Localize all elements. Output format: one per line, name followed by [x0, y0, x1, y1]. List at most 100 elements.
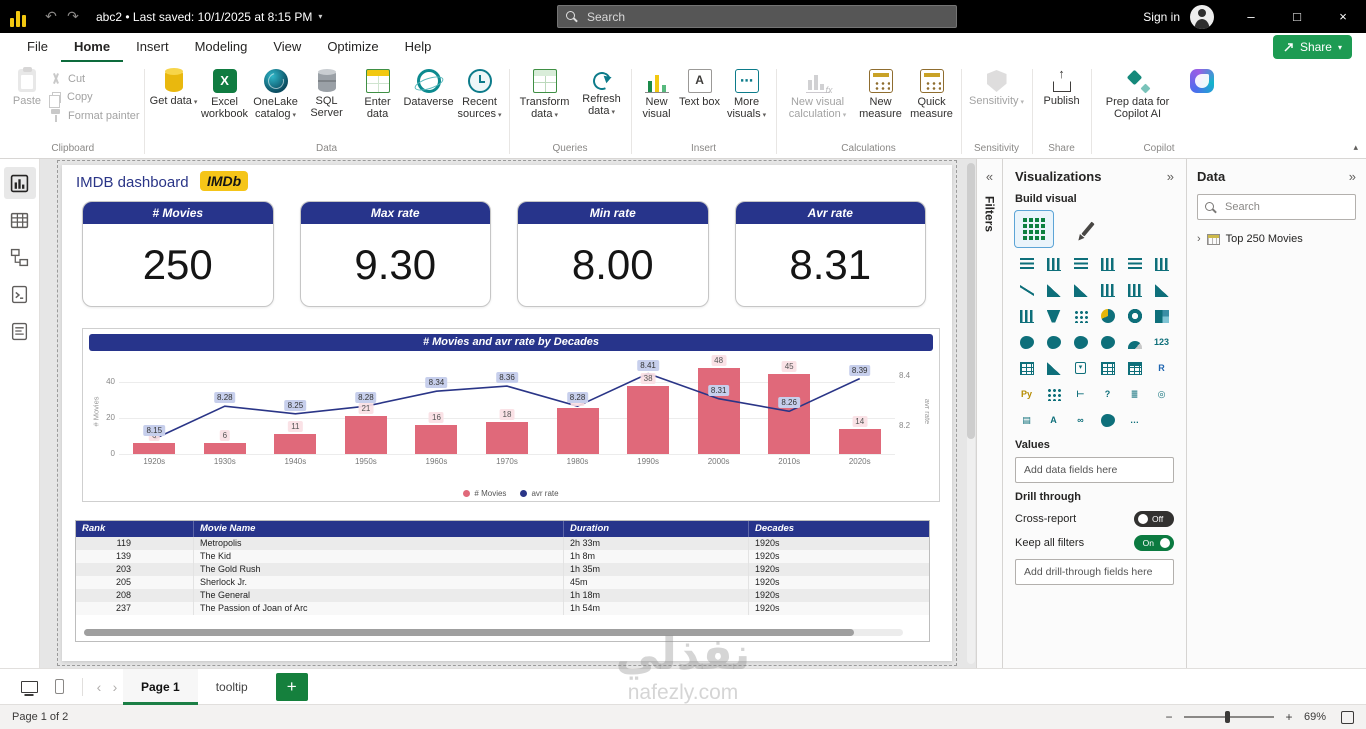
card-icon[interactable]: 123	[1150, 331, 1173, 353]
slicer-icon[interactable]: ▾	[1069, 357, 1092, 379]
ribbon-chart-icon[interactable]	[1150, 279, 1173, 301]
new-measure-button[interactable]: New measure	[856, 65, 906, 121]
get-data-button[interactable]: Get data▾	[149, 65, 199, 107]
waterfall-chart-icon[interactable]	[1015, 305, 1038, 327]
key-influencers-icon[interactable]	[1042, 383, 1065, 405]
table-row[interactable]: 205Sherlock Jr.45m1920s	[76, 576, 929, 589]
power-automate-icon[interactable]: ∞	[1069, 409, 1092, 431]
clustered-bar-chart-icon[interactable]	[1069, 253, 1092, 275]
matrix-icon[interactable]	[1123, 357, 1146, 379]
dax-query-view-button[interactable]	[4, 278, 36, 310]
tab-optimize[interactable]: Optimize	[314, 35, 391, 62]
copy-button[interactable]: Copy	[49, 91, 93, 103]
more-visual-options-icon[interactable]: …	[1123, 409, 1146, 431]
sensitivity-button[interactable]: Sensitivity▾	[966, 65, 1028, 107]
keep-all-filters-toggle[interactable]: On	[1134, 535, 1174, 551]
format-painter-button[interactable]: Format painter	[49, 109, 140, 122]
movie-table-visual[interactable]: Rank Movie Name Duration Decades 119Metr…	[75, 520, 930, 642]
zoom-slider-handle[interactable]	[1225, 711, 1230, 723]
stacked-bar-chart-icon[interactable]	[1015, 253, 1038, 275]
card-avr-rate[interactable]: Avr rate 8.31	[735, 201, 927, 307]
fit-to-page-icon[interactable]	[1341, 711, 1354, 724]
donut-chart-icon[interactable]	[1123, 305, 1146, 327]
tmdl-view-button[interactable]	[4, 315, 36, 347]
transform-data-button[interactable]: Transform data▾	[514, 65, 576, 121]
quick-measure-button[interactable]: Quick measure	[907, 65, 957, 121]
expand-filters-icon[interactable]: «	[986, 169, 993, 184]
smart-narrative-icon[interactable]: ≣	[1123, 383, 1146, 405]
new-visual-button[interactable]: New visual	[636, 65, 678, 121]
kpi-icon[interactable]	[1042, 357, 1065, 379]
collapse-data-pane-icon[interactable]: »	[1349, 169, 1356, 184]
share-button[interactable]: Share ▾	[1273, 35, 1352, 59]
model-view-button[interactable]	[4, 241, 36, 273]
web-view-button[interactable]	[14, 673, 44, 701]
scatter-chart-icon[interactable]	[1069, 305, 1092, 327]
report-view-button[interactable]	[4, 167, 36, 199]
column-header-movie-name[interactable]: Movie Name	[194, 521, 564, 537]
scrollbar-thumb[interactable]	[84, 629, 854, 636]
line-chart-icon[interactable]	[1015, 279, 1038, 301]
sql-server-button[interactable]: SQL Server	[302, 65, 352, 120]
publish-button[interactable]: Publish	[1037, 65, 1087, 107]
collapse-ribbon-button[interactable]: ▴	[1353, 142, 1358, 153]
zoom-slider[interactable]	[1184, 716, 1274, 718]
account-avatar-icon[interactable]	[1190, 5, 1214, 29]
python-visual-icon[interactable]: Py	[1015, 383, 1038, 405]
stacked-area-chart-icon[interactable]	[1069, 279, 1092, 301]
document-title[interactable]: abc2 • Last saved: 10/1/2025 at 8:15 PM …	[96, 10, 322, 24]
legend-item-movies[interactable]: # Movies	[463, 489, 506, 498]
data-search[interactable]	[1197, 194, 1356, 220]
arcgis-map-icon[interactable]	[1096, 409, 1119, 431]
search-input[interactable]	[585, 9, 948, 25]
card-max-rate[interactable]: Max rate 9.30	[300, 201, 492, 307]
canvas-vertical-scrollbar[interactable]	[967, 163, 975, 664]
more-visuals-button[interactable]: More visuals▾	[722, 65, 772, 121]
report-page[interactable]: IMDB dashboard IMDb # Movies 250 Max rat…	[62, 165, 952, 661]
hundred-percent-stacked-column-chart-icon[interactable]	[1150, 253, 1173, 275]
tab-insert[interactable]: Insert	[123, 35, 182, 62]
table-row[interactable]: 119Metropolis2h 33m1920s	[76, 537, 929, 550]
recent-sources-button[interactable]: Recent sources▾	[455, 65, 505, 121]
card-num-movies[interactable]: # Movies 250	[82, 201, 274, 307]
zoom-out-button[interactable]: −	[1163, 710, 1175, 724]
multi-row-card-icon[interactable]	[1015, 357, 1038, 379]
area-chart-icon[interactable]	[1042, 279, 1065, 301]
copilot-button[interactable]	[1181, 65, 1223, 93]
collapse-visualizations-icon[interactable]: »	[1167, 169, 1174, 184]
map-icon[interactable]	[1015, 331, 1038, 353]
line-and-stacked-column-chart-icon[interactable]	[1096, 279, 1119, 301]
text-box-button[interactable]: Text box	[679, 65, 721, 108]
table-row[interactable]: 237The Passion of Joan of Arc1h 54m1920s	[76, 602, 929, 615]
tab-view[interactable]: View	[260, 35, 314, 62]
treemap-icon[interactable]	[1150, 305, 1173, 327]
redo-button[interactable]: ↷	[62, 8, 84, 25]
qa-visual-icon[interactable]: ?	[1096, 383, 1119, 405]
pie-chart-icon[interactable]	[1096, 305, 1119, 327]
page-tab-tooltip[interactable]: tooltip	[198, 669, 266, 705]
azure-map-icon[interactable]	[1069, 331, 1092, 353]
zoom-level[interactable]: 69%	[1304, 711, 1332, 723]
funnel-chart-icon[interactable]	[1042, 305, 1065, 327]
clustered-column-chart-icon[interactable]	[1096, 253, 1119, 275]
line-and-clustered-column-chart-icon[interactable]	[1123, 279, 1146, 301]
decomposition-tree-icon[interactable]: ⊢	[1069, 383, 1092, 405]
filled-map-icon[interactable]	[1042, 331, 1065, 353]
table-horizontal-scrollbar[interactable]	[84, 629, 903, 636]
new-page-button[interactable]: +	[276, 673, 308, 701]
table-icon[interactable]	[1096, 357, 1119, 379]
table-field-top-250-movies[interactable]: › Top 250 Movies	[1197, 233, 1356, 245]
r-script-visual-icon[interactable]: R	[1150, 357, 1173, 379]
table-row[interactable]: 203The Gold Rush1h 35m1920s	[76, 563, 929, 576]
paste-button[interactable]: Paste	[6, 65, 48, 107]
refresh-button[interactable]: Refresh data▾	[577, 65, 627, 118]
data-search-input[interactable]	[1223, 200, 1348, 214]
mobile-view-button[interactable]	[44, 673, 74, 701]
minimize-button[interactable]: –	[1228, 0, 1274, 33]
expand-chevron-icon[interactable]: ›	[1197, 233, 1201, 245]
new-visual-calculation-button[interactable]: New visual calculation▾	[781, 65, 855, 121]
column-header-rank[interactable]: Rank	[76, 521, 194, 537]
column-header-decades[interactable]: Decades	[749, 521, 929, 537]
gauge-icon[interactable]	[1123, 331, 1146, 353]
table-row[interactable]: 139The Kid1h 8m1920s	[76, 550, 929, 563]
